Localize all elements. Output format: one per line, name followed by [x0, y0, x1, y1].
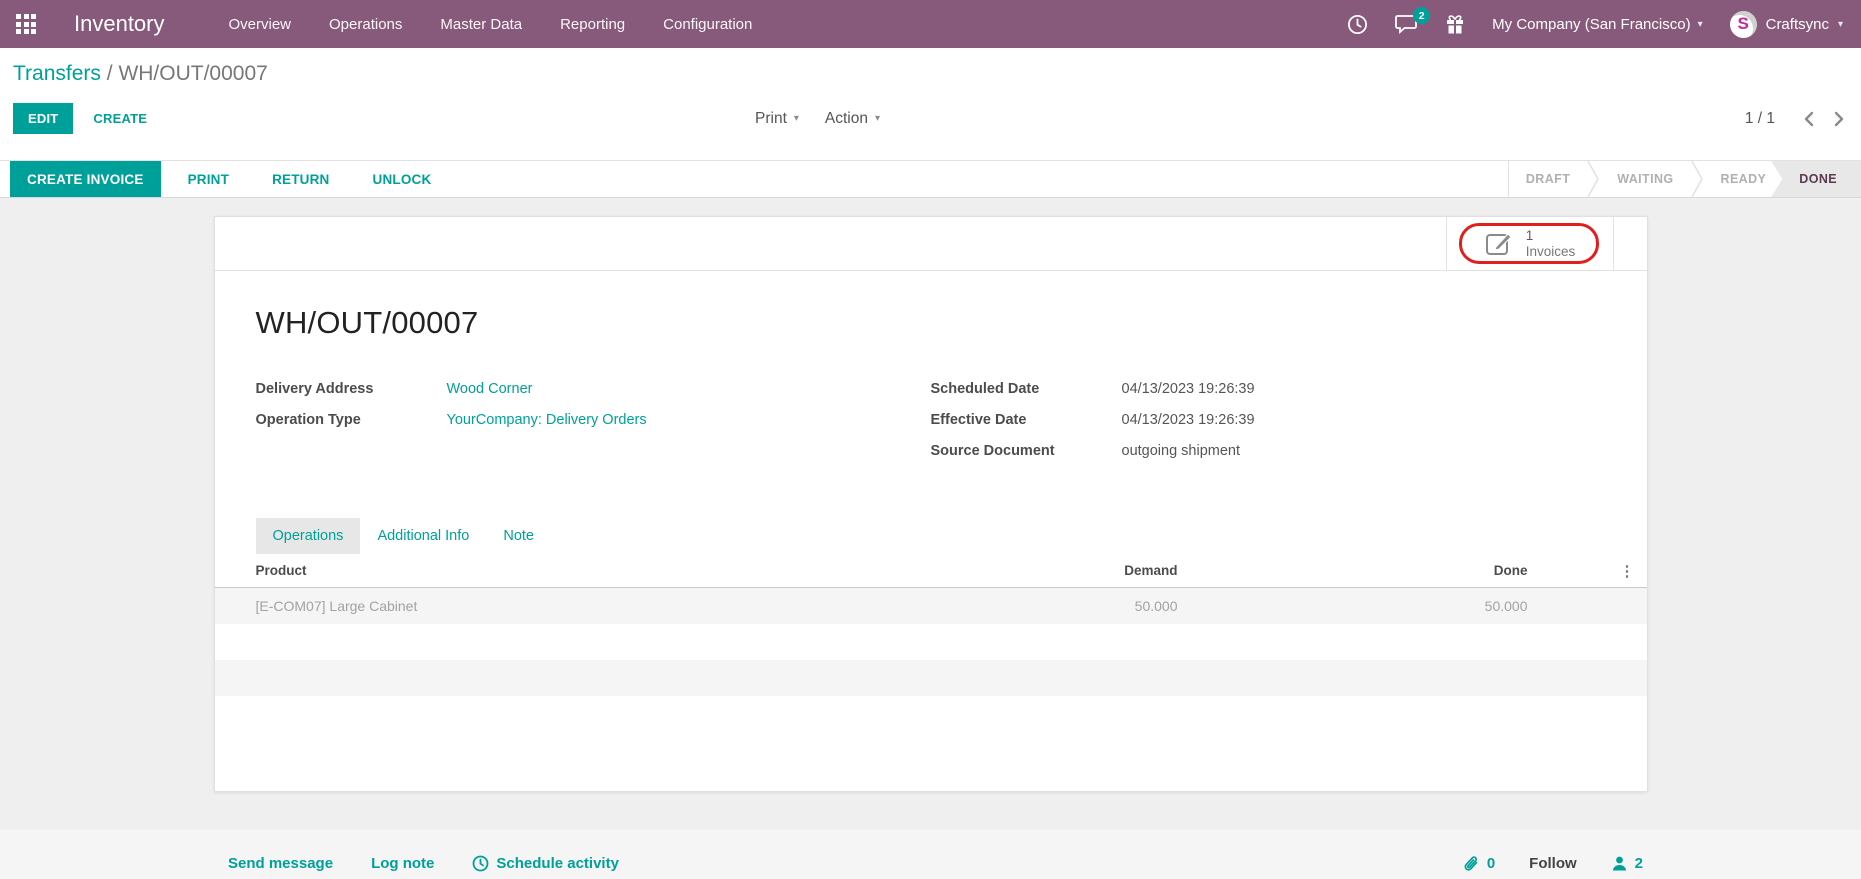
scheduled-date-value: 04/13/2023 19:26:39 [1122, 381, 1255, 397]
app-name: Inventory [74, 11, 165, 37]
clock-icon [472, 855, 489, 872]
invoices-stat-button[interactable]: 1 Invoices [1474, 224, 1586, 264]
unlock-button[interactable]: UNLOCK [357, 163, 448, 196]
tab-note[interactable]: Note [486, 518, 551, 554]
return-button[interactable]: RETURN [256, 163, 345, 196]
invoice-count: 1 [1526, 228, 1576, 244]
right-field-group: Scheduled Date 04/13/2023 19:26:39 Effec… [931, 381, 1606, 474]
record-title: WH/OUT/00007 [215, 271, 1647, 341]
button-box: 1 Invoices [215, 217, 1647, 271]
tab-operations[interactable]: Operations [256, 518, 361, 554]
column-done[interactable]: Done [1178, 563, 1528, 578]
breadcrumb-separator: / [101, 62, 119, 85]
effective-date-value: 04/13/2023 19:26:39 [1122, 412, 1255, 428]
tab-additional-info[interactable]: Additional Info [360, 518, 486, 554]
chevron-down-icon: ▾ [875, 113, 880, 124]
state-done[interactable]: DONE [1771, 161, 1861, 197]
menu-reporting[interactable]: Reporting [560, 16, 625, 33]
breadcrumb-current: WH/OUT/00007 [118, 62, 267, 85]
invoice-stat-cell: 1 Invoices [1446, 217, 1614, 270]
message-count-badge: 2 [1413, 7, 1430, 24]
send-message-button[interactable]: Send message [228, 855, 333, 872]
delivery-address-label: Delivery Address [256, 381, 447, 397]
table-header: Product Demand Done ⋮ [215, 554, 1647, 588]
follow-button[interactable]: Follow [1529, 855, 1577, 872]
edit-button[interactable]: EDIT [13, 103, 73, 134]
chevron-down-icon: ▾ [1698, 19, 1703, 30]
chevron-right-icon [1691, 161, 1704, 197]
follower-count: 2 [1635, 855, 1643, 872]
left-field-group: Delivery Address Wood Corner Operation T… [256, 381, 931, 474]
operation-type-label: Operation Type [256, 412, 447, 428]
company-switcher[interactable]: My Company (San Francisco) ▾ [1492, 16, 1702, 33]
chevron-right-icon [1587, 161, 1600, 197]
followers-button[interactable]: 2 [1611, 855, 1643, 872]
messages-icon[interactable]: 2 [1395, 14, 1418, 34]
breadcrumb-transfers[interactable]: Transfers [13, 62, 101, 85]
apps-grid-icon [16, 14, 36, 34]
empty-row [215, 660, 1647, 696]
paperclip-icon [1463, 855, 1480, 873]
invoice-label: Invoices [1526, 244, 1576, 260]
user-menu[interactable]: S Craftsync ▾ [1730, 11, 1843, 38]
menu-operations[interactable]: Operations [329, 16, 402, 33]
field-groups: Delivery Address Wood Corner Operation T… [215, 341, 1647, 474]
state-ready[interactable]: READY [1704, 161, 1784, 197]
chevron-down-icon: ▾ [794, 113, 799, 124]
person-icon [1611, 855, 1628, 872]
user-name: Craftsync [1766, 16, 1829, 33]
action-dropdown[interactable]: Action▾ [825, 110, 880, 128]
cell-product: [E-COM07] Large Cabinet [215, 598, 918, 614]
create-invoice-button[interactable]: CREATE INVOICE [10, 161, 161, 197]
print-dropdown[interactable]: Print▾ [755, 110, 799, 128]
status-pipeline: DRAFT WAITING READY DONE [1508, 161, 1861, 197]
control-panel: Transfers / WH/OUT/00007 EDIT CREATE Pri… [0, 48, 1861, 160]
chatter-bar: Send message Log note Schedule activity … [0, 830, 1861, 879]
menu-configuration[interactable]: Configuration [663, 16, 752, 33]
print-button[interactable]: PRINT [172, 163, 246, 196]
cell-demand: 50.000 [918, 598, 1178, 614]
pager-previous-button[interactable] [1803, 111, 1814, 127]
cell-done: 50.000 [1178, 598, 1528, 614]
company-name: My Company (San Francisco) [1492, 16, 1690, 33]
attachment-count: 0 [1487, 855, 1495, 872]
chevron-down-icon: ▾ [1838, 19, 1843, 30]
source-document-value: outgoing shipment [1122, 443, 1241, 459]
table-row[interactable]: [E-COM07] Large Cabinet 50.000 50.000 [215, 588, 1647, 624]
operation-type-value[interactable]: YourCompany: Delivery Orders [447, 412, 647, 428]
edit-note-icon [1484, 230, 1514, 258]
attachments-button[interactable]: 0 [1463, 855, 1495, 873]
pager-counter: 1 / 1 [1745, 110, 1775, 128]
breadcrumb: Transfers / WH/OUT/00007 [13, 62, 1845, 86]
menu-overview[interactable]: Overview [229, 16, 292, 33]
apps-menu-button[interactable] [0, 0, 52, 48]
statusbar: CREATE INVOICE PRINT RETURN UNLOCK DRAFT… [0, 160, 1861, 198]
activities-clock-icon[interactable] [1347, 14, 1368, 35]
create-button[interactable]: CREATE [79, 103, 161, 134]
avatar: S [1730, 11, 1757, 38]
column-options-icon[interactable]: ⋮ [1528, 562, 1647, 580]
source-document-label: Source Document [931, 443, 1122, 459]
state-draft[interactable]: DRAFT [1509, 161, 1587, 197]
state-waiting[interactable]: WAITING [1600, 161, 1690, 197]
schedule-activity-button[interactable]: Schedule activity [472, 855, 619, 872]
main-menu-bar: Overview Operations Master Data Reportin… [229, 16, 753, 33]
scheduled-date-label: Scheduled Date [931, 381, 1122, 397]
form-view-area: 1 Invoices WH/OUT/00007 Delivery Address… [0, 216, 1861, 830]
empty-row [215, 624, 1647, 660]
operations-table: Product Demand Done ⋮ [E-COM07] Large Ca… [215, 554, 1647, 732]
top-navbar: Inventory Overview Operations Master Dat… [0, 0, 1861, 48]
delivery-address-value[interactable]: Wood Corner [447, 381, 533, 397]
menu-master-data[interactable]: Master Data [440, 16, 522, 33]
effective-date-label: Effective Date [931, 412, 1122, 428]
form-sheet: 1 Invoices WH/OUT/00007 Delivery Address… [214, 216, 1648, 792]
pager-next-button[interactable] [1834, 111, 1845, 127]
log-note-button[interactable]: Log note [371, 855, 434, 872]
notebook-tabs: Operations Additional Info Note [256, 518, 1606, 554]
column-demand[interactable]: Demand [918, 563, 1178, 578]
gift-icon[interactable] [1445, 14, 1465, 35]
column-product[interactable]: Product [215, 563, 918, 578]
empty-row [215, 696, 1647, 732]
